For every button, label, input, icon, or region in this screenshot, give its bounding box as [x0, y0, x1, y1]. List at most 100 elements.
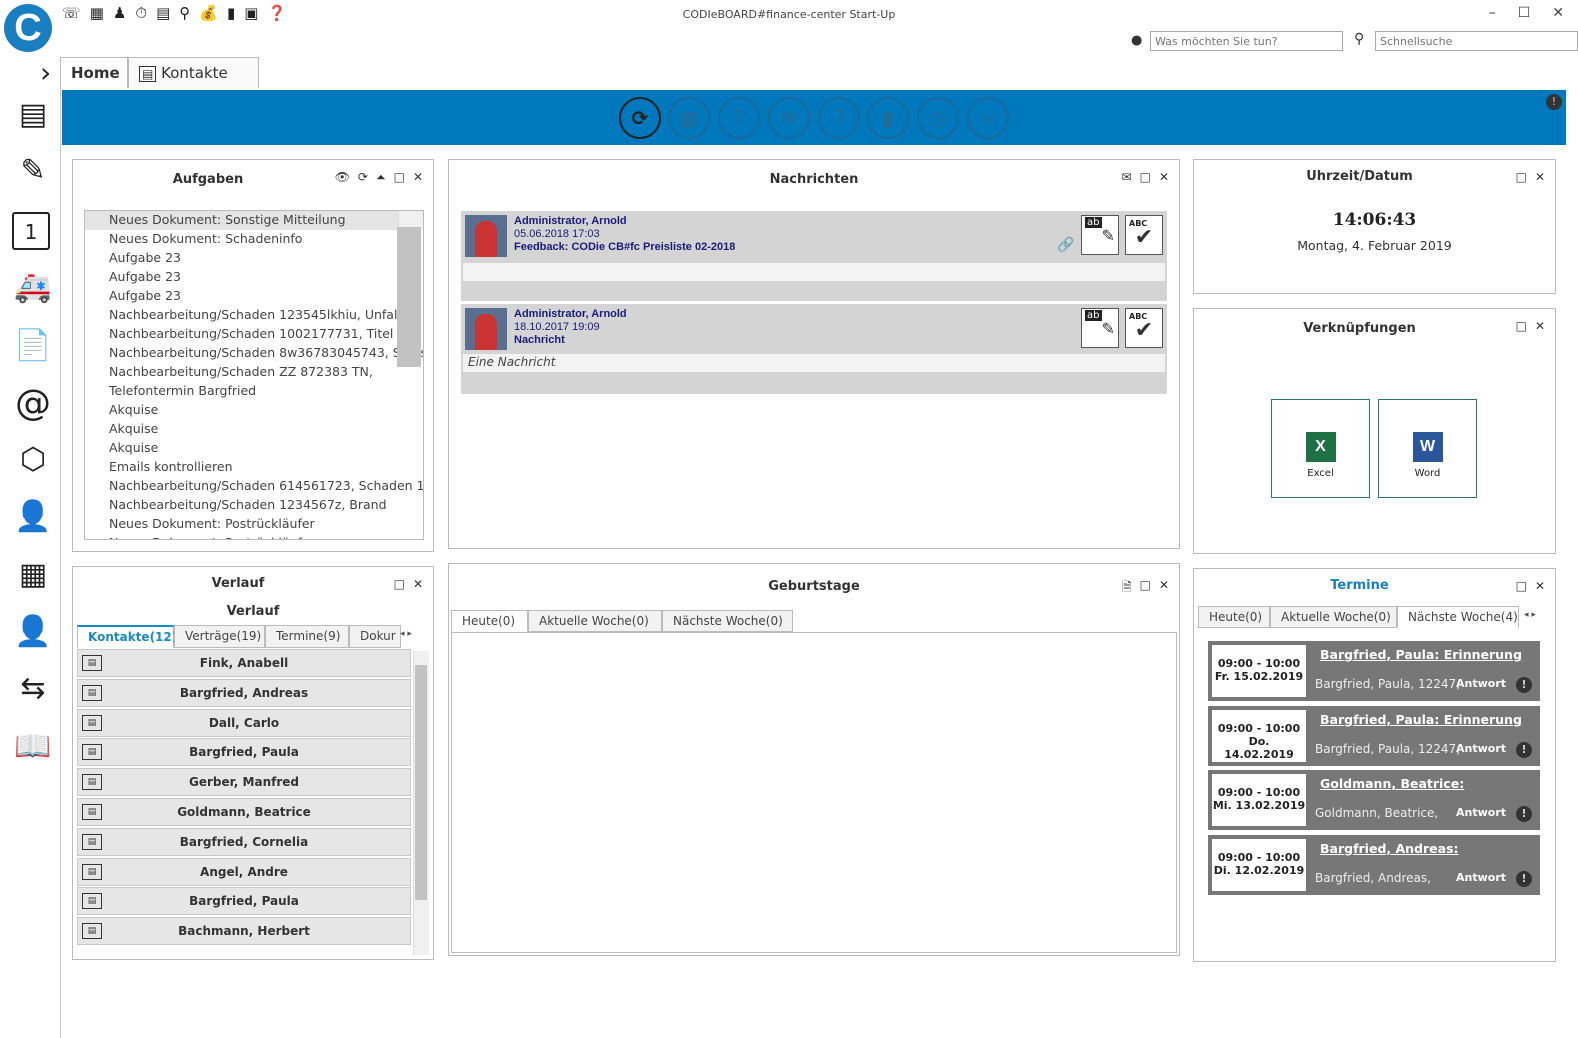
alert-icon[interactable]: !	[1516, 870, 1532, 887]
task-item[interactable]: Neues Dokument: Sonstige Mitteilung	[85, 211, 423, 230]
contact-row[interactable]: ▤ Dall, Carlo	[77, 708, 411, 737]
close-icon[interactable]: ✕	[1159, 578, 1169, 599]
link-icon[interactable]: ∞	[967, 97, 1009, 139]
info-icon[interactable]: !	[1546, 94, 1562, 110]
message-item[interactable]: Administrator, Arnold 05.06.2018 17:03 Fee…	[461, 211, 1167, 301]
contact-row[interactable]: ▤ Bargfried, Paula	[77, 887, 411, 916]
upload-icon[interactable]: ⏶	[376, 170, 386, 185]
tab-nächste-woche-4-[interactable]: Nächste Woche(4)	[1397, 606, 1519, 628]
contact-row[interactable]: ▤ Bachmann, Herbert	[77, 917, 411, 946]
sidebar-profile-icon[interactable]: 👤	[12, 614, 54, 656]
edit-message-button[interactable]: ab✎	[1081, 308, 1119, 348]
minimize-button[interactable]: –	[1489, 5, 1496, 21]
task-item[interactable]: Nachbearbeitung/Schaden 1002177731, Tite…	[85, 325, 423, 344]
maximize-icon[interactable]: □	[1140, 170, 1151, 184]
appointment-title-link[interactable]: Bargfried, Paula: Erinnerung	[1320, 647, 1522, 662]
close-icon[interactable]: ✕	[1535, 319, 1545, 333]
task-item[interactable]: Nachbearbeitung/Schaden 123545lkhiu, Unf…	[85, 306, 423, 325]
sidebar-contracts-icon[interactable]: ✎	[12, 153, 54, 195]
appointment-item[interactable]: 09:00 - 10:00 Do. 14.02.2019 Bargfried, Pa…	[1208, 705, 1540, 766]
task-item[interactable]: Aufgabe 23	[85, 249, 423, 268]
sidebar-exchange-icon[interactable]: ⇆	[12, 671, 54, 713]
calendar-clock-icon[interactable]: ▦	[668, 97, 710, 139]
close-icon[interactable]: ✕	[413, 577, 423, 591]
document-icon[interactable]: 🗎	[1122, 578, 1132, 599]
sidebar-products-icon[interactable]: ⬡	[12, 442, 54, 484]
tab-kontakte[interactable]: ▤ Kontakte	[128, 57, 259, 88]
message-item[interactable]: Administrator, Arnold 18.10.2017 19:09 Nac…	[461, 304, 1167, 394]
contact-row[interactable]: ▤ Fink, Anabell	[77, 649, 411, 677]
calendar-icon[interactable]: 7	[818, 97, 860, 139]
appointment-item[interactable]: 09:00 - 10:00 Fr. 15.02.2019 Bargfried, Pa…	[1208, 641, 1540, 701]
tab-kontakte-12-[interactable]: Kontakte(12)	[77, 625, 177, 648]
maximize-icon[interactable]: □	[1140, 578, 1151, 599]
appointment-item[interactable]: 09:00 - 10:00 Mi. 13.02.2019 Goldmann, Bea…	[1208, 770, 1540, 830]
appointment-title-link[interactable]: Goldmann, Beatrice:	[1320, 776, 1464, 791]
task-item[interactable]: Emails kontrollieren	[85, 458, 423, 477]
word-shortcut[interactable]: W Word	[1378, 399, 1477, 498]
tab-aktuelle-woche-0-[interactable]: Aktuelle Woche(0)	[528, 610, 662, 632]
sidebar-calendar-icon[interactable]: 1	[12, 212, 50, 250]
sidebar-book-icon[interactable]: 📖	[12, 729, 54, 771]
tab-aktuelle-woche-0-[interactable]: Aktuelle Woche(0)	[1270, 606, 1397, 628]
alert-icon[interactable]: !	[1516, 677, 1532, 693]
task-item[interactable]: Akquise	[85, 439, 423, 458]
contact-row[interactable]: ▤ Angel, Andre	[77, 857, 411, 886]
sidebar-user-icon[interactable]: 👤	[12, 499, 54, 541]
close-icon[interactable]: ✕	[1535, 579, 1545, 593]
task-item[interactable]: Nachbearbeitung/Schaden 8w36783045743, S…	[85, 344, 423, 363]
close-icon[interactable]: ✕	[1159, 170, 1169, 184]
task-icon[interactable]: ?	[718, 97, 760, 139]
close-icon[interactable]: ✕	[413, 170, 423, 185]
tab-heute-0-[interactable]: Heute(0)	[1198, 606, 1270, 628]
attachment-link-icon[interactable]: 🔗	[1057, 237, 1074, 253]
appointment-title-link[interactable]: Bargfried, Paula: Erinnerung	[1320, 712, 1522, 727]
action-search-input[interactable]	[1150, 31, 1343, 51]
task-item[interactable]: Nachbearbeitung/Schaden ZZ 872383 TN,	[85, 363, 423, 382]
maximize-icon[interactable]: □	[1516, 170, 1527, 184]
sidebar-contacts-icon[interactable]: ▤	[12, 97, 54, 139]
task-item[interactable]: Neues Dokument: Schadeninfo	[85, 230, 423, 249]
contact-row[interactable]: ▤ Bargfried, Cornelia	[77, 827, 411, 856]
tab-verträge-19-[interactable]: Verträge(19)	[174, 625, 265, 648]
sidebar-building-icon[interactable]: ▦	[12, 557, 54, 599]
maximize-icon[interactable]: □	[1516, 319, 1527, 333]
task-item[interactable]: Nachbearbeitung/Schaden 614561723, Schad…	[85, 477, 423, 496]
excel-shortcut[interactable]: X Excel	[1271, 399, 1370, 498]
appointment-item[interactable]: 09:00 - 10:00 Di. 12.02.2019 Bargfried, An…	[1208, 834, 1540, 895]
close-button[interactable]: ✕	[1552, 5, 1564, 21]
tab-termine-9-[interactable]: Termine(9)	[265, 625, 349, 648]
edit-message-button[interactable]: ab✎	[1081, 215, 1119, 255]
sidebar-toggle-chevron-icon[interactable]: ›	[40, 56, 51, 89]
sidebar-email-icon[interactable]: @	[12, 383, 54, 425]
quick-search-input[interactable]	[1375, 31, 1578, 51]
tab-dokur[interactable]: Dokur	[349, 625, 401, 648]
tab-home[interactable]: Home	[60, 57, 128, 88]
mail-icon[interactable]: ✉	[1122, 170, 1132, 184]
appointment-title-link[interactable]: Bargfried, Andreas:	[1320, 841, 1459, 856]
task-item[interactable]: Nachbearbeitung/Schaden 1234567z, Brand	[85, 496, 423, 515]
refresh-icon[interactable]: ⟳	[358, 170, 368, 185]
mail-icon[interactable]: ✉	[768, 97, 810, 139]
task-item[interactable]: Aufgabe 23	[85, 268, 423, 287]
tab-heute-0-[interactable]: Heute(0)	[451, 610, 528, 632]
mark-read-button[interactable]: ABC ✔	[1125, 308, 1163, 348]
mark-read-button[interactable]: ABC ✔	[1125, 215, 1163, 255]
refresh-icon[interactable]: ⟳	[619, 97, 661, 139]
maximize-icon[interactable]: □	[1516, 579, 1527, 593]
tab-scroll-arrows-icon[interactable]: ◂ ▸	[400, 629, 412, 639]
task-scrollbar[interactable]	[397, 211, 423, 367]
alert-icon[interactable]: !	[1516, 806, 1532, 822]
task-item[interactable]: Akquise	[85, 401, 423, 420]
task-item[interactable]: Neues Dokument: Postrückläufer	[85, 515, 423, 534]
close-icon[interactable]: ✕	[1535, 170, 1545, 184]
sidebar-document-icon[interactable]: 📄	[12, 328, 54, 370]
maximize-icon[interactable]: □	[394, 170, 405, 185]
eye-icon[interactable]: 👁	[335, 170, 350, 185]
contact-row[interactable]: ▤ Bargfried, Andreas	[77, 678, 411, 707]
task-item[interactable]: Aufgabe 23	[85, 287, 423, 306]
tab-nächste-woche-0-[interactable]: Nächste Woche(0)	[662, 610, 793, 632]
task-item[interactable]: Telefontermin Bargfried	[85, 382, 423, 401]
contact-row[interactable]: ▤ Gerber, Manfred	[77, 768, 411, 797]
verlauf-scrollbar[interactable]	[413, 651, 429, 955]
